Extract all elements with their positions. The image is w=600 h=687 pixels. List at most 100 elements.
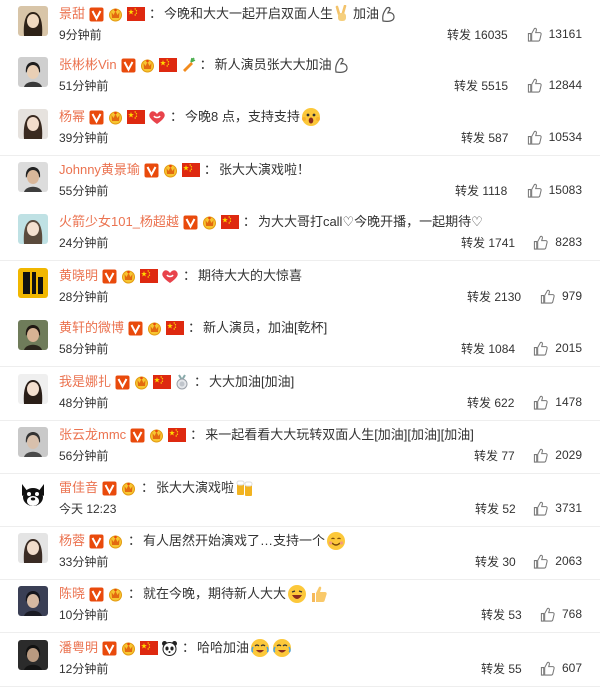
comment-row: 张彬彬Vin ：新人演员张大大加油 51分钟前 转发 5515 12844 <box>0 51 600 104</box>
avatar[interactable] <box>18 640 48 670</box>
username-link[interactable]: 杨幂 <box>59 107 85 127</box>
like-count: 2015 <box>555 341 582 355</box>
avatar[interactable] <box>18 57 48 87</box>
repost-button[interactable]: 转发 5515 <box>454 78 508 94</box>
colon-separator: ： <box>170 109 184 124</box>
repost-button[interactable]: 转发 622 <box>467 395 514 411</box>
username-link[interactable]: 张彬彬Vin <box>59 55 117 75</box>
like-count: 1478 <box>555 395 582 409</box>
repost-count: 587 <box>488 131 509 145</box>
china-flag-icon <box>220 215 239 229</box>
username-link[interactable]: Johnny黄景瑜 <box>59 160 140 180</box>
colon-separator: ： <box>199 57 213 72</box>
comment-row: 杨幂 ：今晚8 点，支持支持 39分钟前 转发 587 10534 <box>0 103 600 156</box>
repost-button[interactable]: 转发 55 <box>481 661 522 677</box>
comment-text: 新人演员，加油[乾杯] <box>203 320 328 335</box>
repost-button[interactable]: 转发 1118 <box>455 183 507 199</box>
like-button[interactable]: 607 <box>540 660 582 676</box>
like-button[interactable]: 2063 <box>533 553 582 569</box>
username-link[interactable]: 黄晓明 <box>59 266 98 286</box>
gold-crown-icon <box>148 428 165 443</box>
colon-separator: ： <box>128 586 142 601</box>
username-link[interactable]: 杨蓉 <box>59 531 85 551</box>
vip-v-icon <box>130 428 145 443</box>
like-button[interactable]: 12844 <box>527 77 582 93</box>
avatar[interactable] <box>18 320 48 350</box>
comment-header: Johnny黄景瑜 ：张大大演戏啦！ <box>59 160 589 180</box>
like-count: 768 <box>561 607 582 621</box>
gold-crown-icon <box>201 215 218 230</box>
like-button[interactable]: 2015 <box>533 340 582 356</box>
repost-label: 转发 <box>475 555 500 569</box>
flexed-arm-emoji <box>380 5 396 23</box>
username-link[interactable]: 我是娜扎 <box>59 372 111 392</box>
vip-v-icon <box>115 375 130 390</box>
repost-button[interactable]: 转发 30 <box>475 554 516 570</box>
panda-badge-icon <box>161 640 178 656</box>
china-flag-icon <box>140 269 159 283</box>
username-link[interactable]: 陈晓 <box>59 584 85 604</box>
repost-button[interactable]: 转发 2130 <box>467 289 521 305</box>
repost-button[interactable]: 转发 16035 <box>447 27 508 43</box>
like-count: 8283 <box>555 235 582 249</box>
comment-row: 雷佳音 ：张大大演戏啦 今天 12:23 转发 52 3731 <box>0 474 600 527</box>
avatar[interactable] <box>18 427 48 457</box>
username-link[interactable]: 雷佳音 <box>59 478 98 498</box>
colon-separator: ： <box>188 320 202 335</box>
username-link[interactable]: 潘粤明 <box>59 638 98 658</box>
like-button[interactable]: 2029 <box>533 447 582 463</box>
avatar[interactable] <box>18 533 48 563</box>
like-button[interactable]: 8283 <box>533 234 582 250</box>
avatar[interactable] <box>18 480 48 510</box>
like-button[interactable]: 1478 <box>533 394 582 410</box>
avatar[interactable] <box>18 374 48 404</box>
like-button[interactable]: 10534 <box>527 129 582 145</box>
thumb-up-icon <box>533 501 548 516</box>
gold-crown-icon <box>120 269 137 284</box>
colon-separator: ： <box>149 6 163 21</box>
username-link[interactable]: 火箭少女101_杨超越 <box>59 212 179 232</box>
colon-separator: ： <box>128 533 142 548</box>
repost-count: 1741 <box>488 236 516 250</box>
username-link[interactable]: 张云龙mmc <box>59 425 126 445</box>
username-link[interactable]: 景甜 <box>59 4 85 24</box>
avatar[interactable] <box>18 214 48 244</box>
comment-row: 陈晓 ：就在今晚，期待新人大大 10分钟前 转发 53 768 <box>0 580 600 633</box>
thumb-up-icon <box>533 448 548 463</box>
vip-v-icon <box>128 321 143 336</box>
comment-row: 杨蓉 ：有人居然开始演戏了…支持一个 33分钟前 转发 30 2063 <box>0 527 600 580</box>
like-button[interactable]: 979 <box>540 288 582 304</box>
comment-text: 张大大演戏啦！ <box>218 162 310 177</box>
like-button[interactable]: 13161 <box>527 26 582 42</box>
repost-label: 转发 <box>481 608 506 622</box>
avatar[interactable] <box>18 109 48 139</box>
repost-label: 转发 <box>454 79 479 93</box>
thumb-up-icon <box>540 289 555 304</box>
like-button[interactable]: 768 <box>540 606 582 622</box>
thumb-up-icon <box>540 661 555 676</box>
comment-header: 杨幂 ：今晚8 点，支持支持 <box>59 107 589 127</box>
tearful-laugh-emoji <box>250 638 270 658</box>
comment-time: 28分钟前 <box>59 290 109 304</box>
repost-button[interactable]: 转发 1084 <box>461 341 515 357</box>
china-flag-icon <box>166 321 185 335</box>
repost-label: 转发 <box>467 396 492 410</box>
avatar[interactable] <box>18 162 48 192</box>
colon-separator: ： <box>183 268 197 283</box>
avatar[interactable] <box>18 6 48 36</box>
like-button[interactable]: 15083 <box>527 182 582 198</box>
avatar[interactable] <box>18 268 48 298</box>
username-link[interactable]: 黄轩的微博 <box>59 318 124 338</box>
repost-button[interactable]: 转发 587 <box>461 130 508 146</box>
repost-button[interactable]: 转发 77 <box>474 448 515 464</box>
comment-text: 张大大演戏啦 <box>156 480 235 495</box>
repost-count: 53 <box>508 608 522 622</box>
repost-button[interactable]: 转发 52 <box>475 501 516 517</box>
repost-button[interactable]: 转发 53 <box>481 607 522 623</box>
laughing-face-emoji <box>287 584 307 604</box>
avatar[interactable] <box>18 586 48 616</box>
like-button[interactable]: 3731 <box>533 500 582 516</box>
repost-label: 转发 <box>461 342 486 356</box>
repost-button[interactable]: 转发 1741 <box>461 235 515 251</box>
carrot-badge-icon <box>180 57 196 73</box>
